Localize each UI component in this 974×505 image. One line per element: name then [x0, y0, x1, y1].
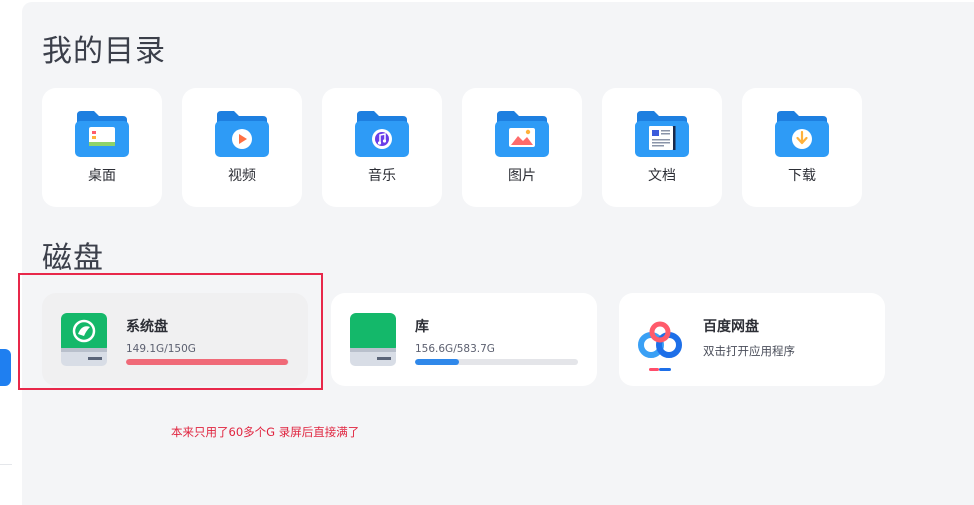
- disk-usage-bar: [415, 359, 578, 365]
- dir-label: 音乐: [368, 168, 396, 184]
- video-folder-icon: [215, 111, 269, 157]
- sidebar: [0, 0, 22, 505]
- disk-card-library[interactable]: 库 156.6G/583.7G: [331, 293, 597, 386]
- dir-card-desktop[interactable]: 桌面: [42, 88, 162, 207]
- dir-card-music[interactable]: 音乐: [322, 88, 442, 207]
- music-folder-icon: [355, 111, 409, 157]
- dir-label: 视频: [228, 168, 256, 184]
- app-subtitle: 双击打开应用程序: [703, 344, 795, 358]
- disks-title: 磁盘: [42, 241, 104, 276]
- main-panel: 我的目录 桌面 视频 音乐 图片 文档 下载 磁盘 系统盘 149.1G/150…: [22, 2, 974, 505]
- dir-card-pictures[interactable]: 图片: [462, 88, 582, 207]
- desktop-folder-icon: [75, 111, 129, 157]
- sidebar-active-indicator[interactable]: [0, 349, 11, 386]
- my-directories-title: 我的目录: [42, 34, 166, 69]
- dir-label: 桌面: [88, 168, 116, 184]
- dir-label: 图片: [508, 168, 536, 184]
- dir-card-downloads[interactable]: 下载: [742, 88, 862, 207]
- documents-folder-icon: [635, 111, 689, 157]
- dir-label: 文档: [648, 168, 676, 184]
- dir-card-videos[interactable]: 视频: [182, 88, 302, 207]
- disk-usage-text: 156.6G/583.7G: [415, 343, 495, 355]
- dir-label: 下载: [788, 168, 816, 184]
- app-card-baidu-netdisk[interactable]: 百度网盘 双击打开应用程序: [619, 293, 885, 386]
- disk-name: 库: [415, 319, 429, 335]
- annotation-text: 本来只用了60多个G 录屏后直接满了: [171, 425, 360, 439]
- sidebar-divider: [0, 464, 12, 465]
- pictures-folder-icon: [495, 111, 549, 157]
- baidu-netdisk-icon: [638, 321, 682, 371]
- library-drive-icon: [350, 313, 396, 366]
- annotation-highlight-box: [18, 273, 323, 390]
- dir-card-documents[interactable]: 文档: [602, 88, 722, 207]
- app-name: 百度网盘: [703, 319, 759, 335]
- disk-usage-bar-fill: [415, 359, 459, 365]
- downloads-folder-icon: [775, 111, 829, 157]
